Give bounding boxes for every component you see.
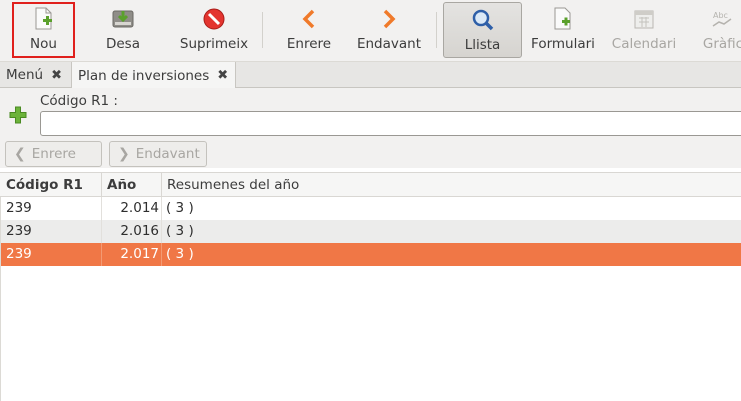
tab-plan-inversiones-label: Plan de inversiones bbox=[78, 67, 210, 84]
column-divider bbox=[161, 197, 162, 220]
tab-bar: Menú ✖ Plan de inversiones ✖ bbox=[0, 62, 741, 89]
save-drive-icon bbox=[110, 6, 136, 32]
previous-button-label: Enrere bbox=[286, 36, 332, 52]
calendar-view-button-label: Calendari bbox=[611, 36, 677, 52]
tab-menu[interactable]: Menú ✖ bbox=[0, 62, 72, 88]
delete-button-label: Suprimeix bbox=[179, 36, 249, 52]
svg-text:Abc: Abc bbox=[713, 11, 728, 20]
chevron-left-icon bbox=[296, 6, 322, 32]
column-divider bbox=[101, 243, 102, 266]
tab-menu-label: Menú bbox=[6, 67, 44, 83]
form-icon bbox=[550, 6, 576, 32]
search-form: Código R1 : ❮ Enrere ❯ Endavant bbox=[0, 88, 741, 168]
column-divider bbox=[161, 243, 162, 266]
graph-icon: Abc bbox=[710, 6, 736, 32]
column-header-resumen[interactable]: Resumenes del año bbox=[167, 173, 299, 197]
calendar-view-button[interactable]: Calendari bbox=[609, 2, 679, 58]
toolbar-separator bbox=[262, 12, 263, 48]
table-row[interactable]: 239 2.016 ( 3 ) bbox=[1, 220, 741, 243]
table-row[interactable]: 239 2.014 ( 3 ) bbox=[1, 197, 741, 220]
list-view-button-label: Llista bbox=[464, 37, 501, 53]
column-divider bbox=[101, 197, 102, 220]
new-button[interactable]: Nou bbox=[12, 2, 75, 58]
codigo-r1-field[interactable] bbox=[40, 111, 741, 136]
save-button-label: Desa bbox=[105, 36, 140, 52]
new-document-icon bbox=[31, 6, 57, 32]
cell-ano: 2.017 bbox=[120, 246, 159, 262]
next-button[interactable]: Endavant bbox=[354, 2, 424, 58]
tab-plan-inversiones[interactable]: Plan de inversiones ✖ bbox=[72, 62, 236, 89]
next-button-label: Endavant bbox=[356, 36, 422, 52]
previous-page-label: Enrere bbox=[31, 146, 76, 162]
cell-resumen: ( 3 ) bbox=[166, 246, 194, 262]
cell-codigo: 239 bbox=[6, 200, 32, 216]
chevron-right-icon: ❯ bbox=[118, 146, 130, 162]
close-icon[interactable]: ✖ bbox=[217, 68, 228, 83]
cell-ano: 2.016 bbox=[120, 223, 159, 239]
calendar-icon bbox=[631, 6, 657, 32]
magnifier-icon bbox=[470, 7, 496, 33]
cell-resumen: ( 3 ) bbox=[166, 200, 194, 216]
column-divider bbox=[101, 220, 102, 243]
next-page-button[interactable]: ❯ Endavant bbox=[109, 141, 207, 167]
save-button[interactable]: Desa bbox=[96, 2, 150, 58]
cell-ano: 2.014 bbox=[120, 200, 159, 216]
delete-icon bbox=[201, 6, 227, 32]
table-row-selected[interactable]: 239 2.017 ( 3 ) bbox=[1, 243, 741, 266]
next-page-label: Endavant bbox=[135, 146, 200, 162]
close-icon[interactable]: ✖ bbox=[51, 68, 62, 83]
list-view-button[interactable]: Llista bbox=[443, 2, 522, 58]
cell-codigo: 239 bbox=[6, 246, 32, 262]
previous-page-button[interactable]: ❮ Enrere bbox=[5, 141, 102, 167]
new-button-label: Nou bbox=[30, 36, 57, 52]
previous-button[interactable]: Enrere bbox=[280, 2, 338, 58]
delete-button[interactable]: Suprimeix bbox=[176, 2, 252, 58]
cell-codigo: 239 bbox=[6, 223, 32, 239]
chevron-left-icon: ❮ bbox=[14, 146, 26, 162]
chevron-right-icon bbox=[376, 6, 402, 32]
toolbar: Nou Desa Suprimeix Enrere Endavant Llist… bbox=[0, 0, 741, 62]
cell-resumen: ( 3 ) bbox=[166, 223, 194, 239]
table-header: Código R1 Año Resumenes del año bbox=[0, 172, 741, 197]
form-view-button[interactable]: Formulari bbox=[528, 2, 598, 58]
column-divider bbox=[161, 220, 162, 243]
column-divider bbox=[161, 173, 162, 197]
toolbar-separator bbox=[436, 12, 437, 48]
column-divider bbox=[101, 173, 102, 197]
add-icon[interactable] bbox=[9, 106, 27, 124]
column-header-codigo[interactable]: Código R1 bbox=[6, 173, 83, 197]
table-body: 239 2.014 ( 3 ) 239 2.016 ( 3 ) 239 2.01… bbox=[0, 197, 741, 401]
codigo-r1-label: Código R1 : bbox=[40, 93, 118, 109]
column-header-ano[interactable]: Año bbox=[107, 173, 136, 197]
graph-view-button[interactable]: Abc Gràfic bbox=[698, 2, 741, 58]
form-view-button-label: Formulari bbox=[531, 36, 595, 52]
graph-view-button-label: Gràfic bbox=[702, 36, 741, 52]
